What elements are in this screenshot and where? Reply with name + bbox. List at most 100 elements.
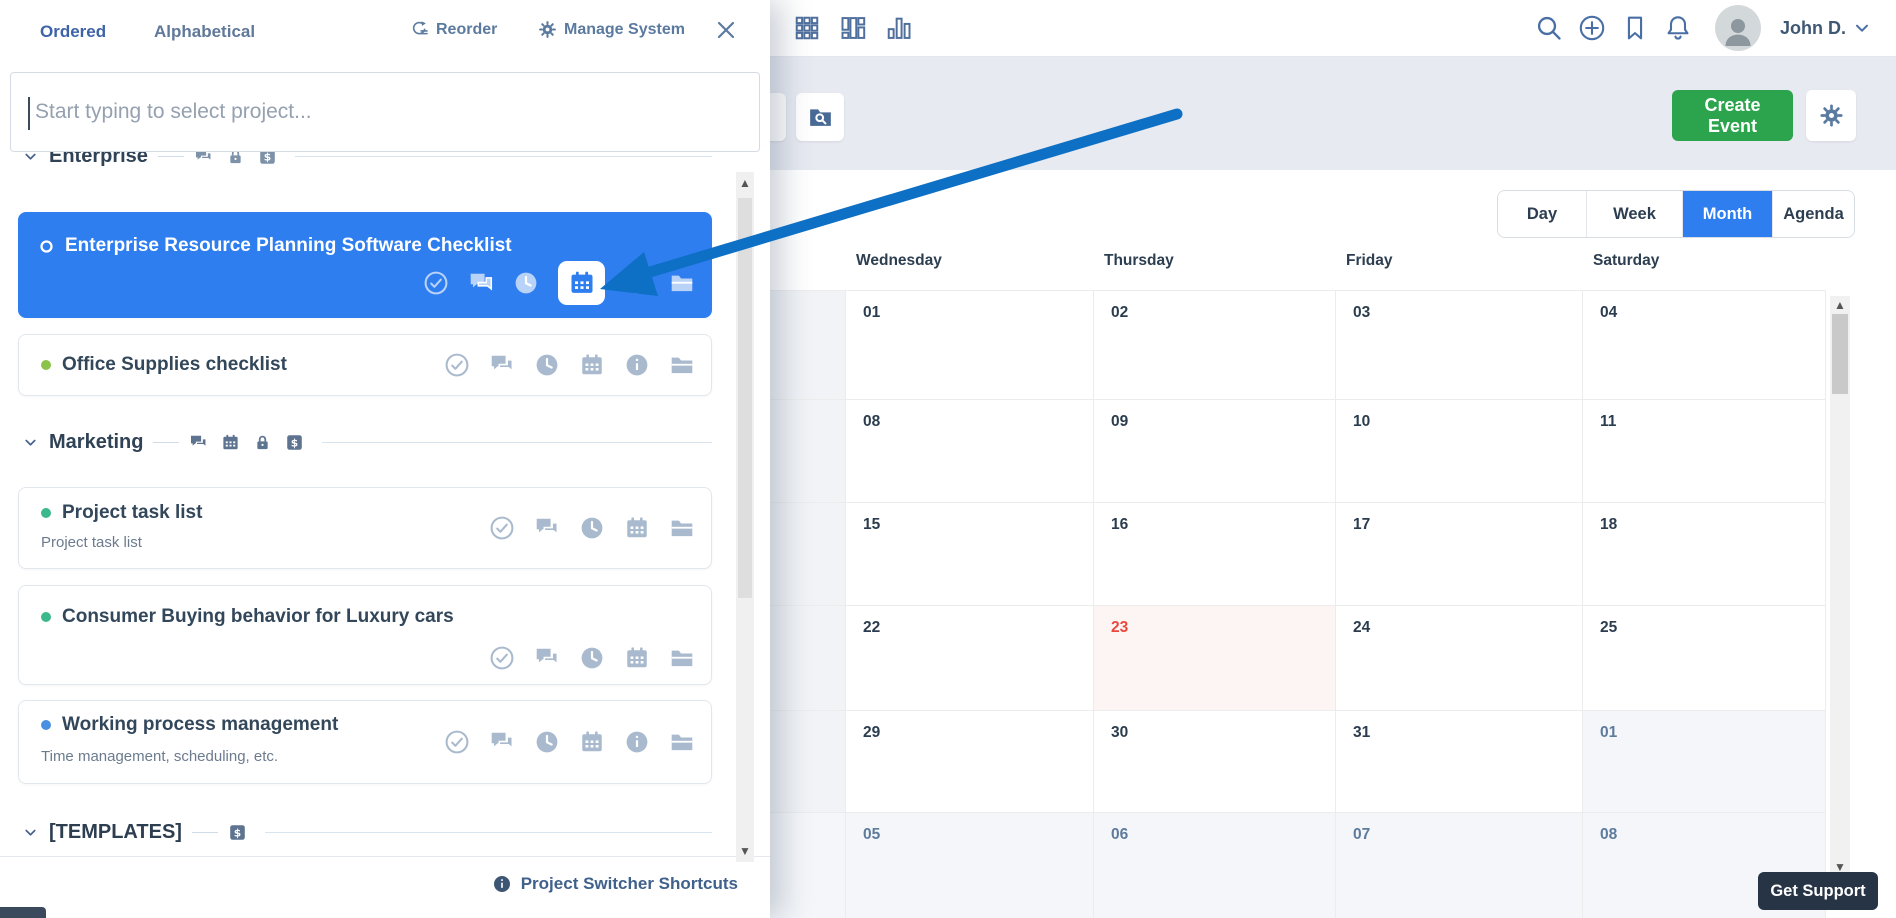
project-chat-icon[interactable]	[489, 729, 515, 755]
calendar-day-cell[interactable]: 08	[846, 400, 1094, 503]
project-search-input[interactable]	[11, 73, 759, 151]
calendar-scrollbar[interactable]: ▲ ▼	[1830, 296, 1850, 876]
tab-month[interactable]: Month	[1682, 191, 1772, 237]
calendar-day-cell[interactable]: 01	[846, 291, 1094, 400]
get-support-button[interactable]: Get Support	[1758, 872, 1878, 910]
project-chat-icon[interactable]	[489, 352, 515, 378]
bookmarks-button[interactable]	[1621, 13, 1651, 43]
project-files-icon[interactable]	[669, 515, 695, 541]
calendar-day-cell-partial[interactable]	[770, 400, 846, 503]
project-tasks-icon[interactable]	[444, 729, 470, 755]
calendar-day-cell[interactable]: 17	[1336, 503, 1583, 606]
calendar-day-cell[interactable]: 16	[1094, 503, 1336, 606]
project-card-working-process[interactable]: Working process management Time manageme…	[18, 700, 712, 784]
add-button[interactable]	[1578, 13, 1608, 43]
notifications-button[interactable]	[1664, 13, 1694, 43]
calendar-day-cell[interactable]: 25	[1583, 606, 1826, 711]
calendar-day-cell[interactable]: 24	[1336, 606, 1583, 711]
panel-scrollbar[interactable]: ▲ ▼	[736, 172, 754, 862]
project-card-consumer-buying[interactable]: Consumer Buying behavior for Luxury cars	[18, 585, 712, 685]
user-name: John D.	[1780, 18, 1846, 39]
scrollbar-thumb[interactable]	[738, 198, 752, 598]
project-chat-icon[interactable]	[534, 515, 560, 541]
search-button[interactable]	[1535, 13, 1565, 43]
project-card-office-supplies[interactable]: Office Supplies checklist	[18, 334, 712, 396]
calendar-day-cell[interactable]: 11	[1583, 400, 1826, 503]
tab-week[interactable]: Week	[1586, 191, 1682, 237]
calendar-day-cell-partial[interactable]	[770, 606, 846, 711]
tab-alphabetical[interactable]: Alphabetical	[154, 22, 255, 42]
project-calendar-icon[interactable]	[579, 352, 605, 378]
calendar-day-cell-today[interactable]: 23	[1094, 606, 1336, 711]
calendar-day-cell-other-month[interactable]: 01	[1583, 711, 1826, 813]
view-grid-button[interactable]	[790, 11, 824, 45]
project-files-icon[interactable]	[669, 352, 695, 378]
project-files-icon[interactable]	[669, 270, 695, 296]
calendar-day-cell-partial[interactable]	[770, 503, 846, 606]
project-card-task-list[interactable]: Project task list Project task list	[18, 487, 712, 569]
calendar-day-cell[interactable]: 29	[846, 711, 1094, 813]
project-tasks-icon[interactable]	[489, 645, 515, 671]
calendar-day-cell-other-month[interactable]: 05	[846, 813, 1094, 918]
tab-agenda[interactable]: Agenda	[1772, 191, 1854, 237]
project-info-icon[interactable]	[624, 352, 650, 378]
project-tasks-icon[interactable]	[444, 352, 470, 378]
project-time-icon[interactable]	[579, 645, 605, 671]
manage-system-button[interactable]: Manage System	[538, 20, 685, 39]
bell-icon	[1664, 14, 1692, 42]
project-calendar-icon[interactable]	[579, 729, 605, 755]
chevron-down-icon[interactable]	[22, 434, 39, 451]
calendar-day-cell[interactable]: 04	[1583, 291, 1826, 400]
tab-ordered[interactable]: Ordered	[40, 22, 106, 42]
calendar-day-cell[interactable]: 18	[1583, 503, 1826, 606]
project-calendar-icon[interactable]	[624, 515, 650, 541]
calendar-day-cell-partial[interactable]	[770, 711, 846, 813]
view-chart-button[interactable]	[882, 11, 916, 45]
chevron-down-icon[interactable]	[22, 824, 39, 841]
user-menu[interactable]: John D.	[1774, 17, 1878, 40]
calendar-day-cell[interactable]: 03	[1336, 291, 1583, 400]
reorder-button[interactable]: Reorder	[410, 20, 497, 39]
calendar-day-cell[interactable]: 09	[1094, 400, 1336, 503]
project-info-icon[interactable]	[624, 729, 650, 755]
project-calendar-icon[interactable]	[624, 645, 650, 671]
project-switcher-shortcuts-link[interactable]: Project Switcher Shortcuts	[486, 873, 744, 895]
calendar-day-cell[interactable]: 10	[1336, 400, 1583, 503]
calendar-day-cell[interactable]: 02	[1094, 291, 1336, 400]
calendar-day-cell-partial[interactable]	[770, 291, 846, 400]
avatar[interactable]	[1715, 5, 1761, 51]
project-group-marketing[interactable]: Marketing	[22, 420, 712, 464]
project-chat-icon[interactable]	[468, 270, 494, 296]
calendar-day-cell-other-month[interactable]: 06	[1094, 813, 1336, 918]
project-calendar-icon-highlighted[interactable]	[558, 261, 605, 305]
project-tasks-icon[interactable]	[489, 515, 515, 541]
scroll-up-icon[interactable]: ▲	[1830, 298, 1850, 312]
calendar-day-cell[interactable]: 31	[1336, 711, 1583, 813]
scrollbar-thumb[interactable]	[1832, 314, 1848, 394]
project-files-icon[interactable]	[669, 729, 695, 755]
close-panel-button[interactable]	[714, 16, 742, 44]
project-tasks-icon[interactable]	[423, 270, 449, 296]
calendar-day-cell[interactable]: 22	[846, 606, 1094, 711]
calendar-settings-button[interactable]	[1806, 90, 1856, 141]
project-time-icon[interactable]	[513, 270, 539, 296]
create-event-button[interactable]: Create Event	[1672, 90, 1793, 141]
view-kanban-button[interactable]	[836, 11, 870, 45]
project-time-icon[interactable]	[534, 352, 560, 378]
project-time-icon[interactable]	[579, 515, 605, 541]
project-files-icon[interactable]	[669, 645, 695, 671]
project-info-icon[interactable]	[624, 270, 650, 296]
project-card-erp[interactable]: Enterprise Resource Planning Software Ch…	[18, 212, 712, 318]
project-search-button[interactable]	[796, 93, 844, 141]
calendar-day-cell[interactable]: 15	[846, 503, 1094, 606]
calendar-day-cell[interactable]: 30	[1094, 711, 1336, 813]
project-time-icon[interactable]	[534, 729, 560, 755]
project-chat-icon[interactable]	[534, 645, 560, 671]
calendar-day-cell-other-month[interactable]: 07	[1336, 813, 1583, 918]
bookmark-icon	[1621, 14, 1649, 42]
tab-day[interactable]: Day	[1498, 191, 1586, 237]
project-group-templates[interactable]: [TEMPLATES]	[22, 810, 712, 854]
scroll-up-icon[interactable]: ▲	[736, 176, 754, 190]
scroll-down-icon[interactable]: ▼	[736, 844, 754, 858]
calendar-day-cell-partial[interactable]	[770, 813, 846, 918]
